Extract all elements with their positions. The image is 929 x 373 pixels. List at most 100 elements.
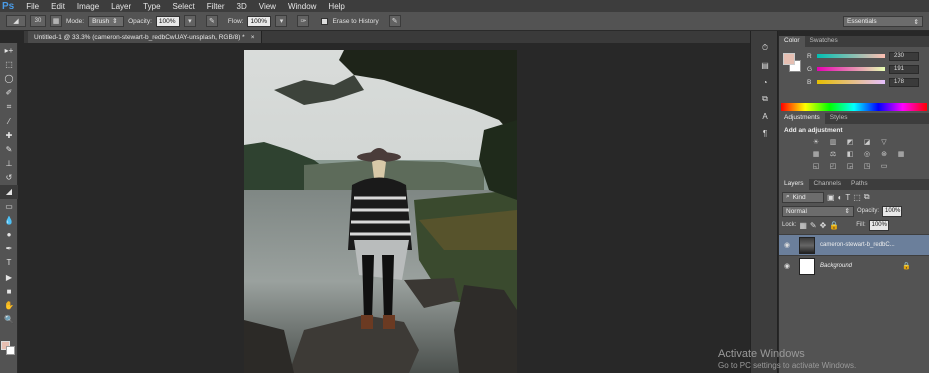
menu-image[interactable]: Image (71, 2, 105, 11)
mode-dropdown[interactable]: Brush ⇕ (88, 15, 125, 27)
document-image[interactable] (244, 50, 517, 373)
zoom-tool-icon[interactable]: 🔍 (0, 313, 18, 327)
flow-dropdown-icon[interactable]: ▾ (275, 15, 288, 27)
clone-stamp-tool-icon[interactable]: ⊥ (0, 157, 18, 171)
filter-type-icon[interactable]: T (845, 193, 850, 202)
tab-adjustments[interactable]: Adjustments (779, 113, 825, 124)
tab-swatches[interactable]: Swatches (805, 36, 843, 47)
lock-all-icon[interactable]: 🔒 (829, 221, 839, 230)
color-spectrum-bar[interactable] (781, 103, 927, 111)
menu-help[interactable]: Help (322, 2, 350, 11)
shape-tool-icon[interactable]: ■ (0, 284, 18, 298)
menu-type[interactable]: Type (137, 2, 166, 11)
opacity-dropdown-icon[interactable]: ▾ (183, 15, 196, 27)
black-white-icon[interactable]: ◧ (843, 149, 857, 158)
menu-window[interactable]: Window (282, 2, 322, 11)
vibrance-icon[interactable]: ▽ (877, 137, 891, 146)
levels-icon[interactable]: ▥ (826, 137, 840, 146)
layer-row-photo[interactable]: ◉ cameron-stewart-b_redbC... (779, 234, 929, 255)
workspace-dropdown[interactable]: Essentials ⇕ (843, 16, 923, 27)
brush-presets-icon[interactable]: ◔ (752, 75, 778, 89)
lock-pixels-icon[interactable]: ✎ (810, 221, 817, 230)
eye-icon[interactable]: ◉ (779, 241, 795, 249)
history-panel-icon[interactable]: ⏱ (752, 41, 778, 55)
blue-value-input[interactable]: 178 (889, 77, 919, 87)
layer-filter-dropdown[interactable]: ⌕ Kind (782, 191, 824, 203)
pen-tool-icon[interactable]: ✒ (0, 242, 18, 256)
channel-mixer-icon[interactable]: ⊛ (877, 149, 891, 158)
fill-input[interactable]: 100% (868, 219, 889, 231)
close-icon[interactable]: × (251, 34, 255, 41)
lock-transparent-icon[interactable]: ▦ (799, 221, 807, 230)
flow-input[interactable]: 100% (247, 15, 272, 27)
menu-filter[interactable]: Filter (201, 2, 231, 11)
blue-slider[interactable] (817, 80, 885, 84)
healing-brush-tool-icon[interactable]: ✚ (0, 128, 18, 142)
red-value-input[interactable]: 230 (889, 51, 919, 61)
path-select-tool-icon[interactable]: ▶ (0, 270, 18, 284)
brush-panel-toggle-icon[interactable]: ▦ (50, 15, 62, 27)
layer-name[interactable]: Background (820, 263, 852, 269)
quick-select-tool-icon[interactable]: ✐ (0, 86, 18, 100)
paragraph-panel-icon[interactable]: ¶ (752, 126, 778, 140)
tab-channels[interactable]: Channels (809, 179, 846, 190)
blend-mode-dropdown[interactable]: Normal ⇕ (782, 205, 854, 217)
menu-select[interactable]: Select (167, 2, 201, 11)
green-value-input[interactable]: 191 (889, 64, 919, 74)
filter-smart-object-icon[interactable]: ⧉ (864, 192, 870, 202)
curves-icon[interactable]: ◩ (843, 137, 857, 146)
photo-filter-icon[interactable]: ◎ (860, 149, 874, 158)
menu-edit[interactable]: Edit (45, 2, 71, 11)
history-brush-tool-icon[interactable]: ↺ (0, 171, 18, 185)
lasso-tool-icon[interactable]: ◯ (0, 71, 18, 85)
document-tab[interactable]: Untitled-1 @ 33.3% (cameron-stewart-b_re… (28, 31, 262, 43)
menu-layer[interactable]: Layer (105, 2, 137, 11)
blur-tool-icon[interactable]: 💧 (0, 213, 18, 227)
tab-styles[interactable]: Styles (825, 113, 853, 124)
dodge-tool-icon[interactable]: ● (0, 227, 18, 241)
eye-icon[interactable]: ◉ (779, 262, 795, 270)
tab-layers[interactable]: Layers (779, 179, 809, 190)
eraser-tool-icon[interactable]: ◢ (0, 184, 18, 200)
pressure-size-icon[interactable]: ✎ (388, 15, 401, 27)
threshold-icon[interactable]: ◲ (843, 161, 857, 170)
airbrush-icon[interactable]: ✑ (297, 15, 310, 27)
red-slider[interactable] (817, 54, 885, 58)
brightness-contrast-icon[interactable]: ☀ (809, 137, 823, 146)
brush-size-picker[interactable]: 30 (30, 15, 46, 27)
clone-source-icon[interactable]: ⧉ (752, 92, 778, 106)
gradient-map-icon[interactable]: ▭ (877, 161, 891, 170)
eyedropper-tool-icon[interactable]: ⁄ (0, 114, 18, 128)
color-balance-icon[interactable]: ⚖ (826, 149, 840, 158)
properties-panel-icon[interactable]: ▤ (752, 58, 778, 72)
filter-pixel-icon[interactable]: ▣ (827, 193, 835, 202)
eraser-tool-preset-icon[interactable]: ◢ (6, 15, 26, 27)
color-lookup-icon[interactable]: ▦ (894, 149, 908, 158)
erase-to-history-checkbox[interactable] (321, 17, 329, 25)
marquee-tool-icon[interactable]: ⬚ (0, 57, 18, 71)
layer-name[interactable]: cameron-stewart-b_redbC... (820, 242, 895, 248)
menu-view[interactable]: View (253, 2, 282, 11)
invert-icon[interactable]: ◱ (809, 161, 823, 170)
menu-file[interactable]: File (20, 2, 45, 11)
crop-tool-icon[interactable]: ⌗ (0, 100, 18, 114)
selective-color-icon[interactable]: ◳ (860, 161, 874, 170)
foreground-color-chip[interactable] (783, 53, 795, 65)
lock-position-icon[interactable]: ✥ (820, 221, 827, 230)
layer-opacity-input[interactable]: 100% (882, 205, 903, 217)
tab-color[interactable]: Color (779, 36, 805, 47)
gradient-tool-icon[interactable]: ▭ (0, 199, 18, 213)
menu-3d[interactable]: 3D (231, 2, 253, 11)
hue-saturation-icon[interactable]: ▦ (809, 149, 823, 158)
filter-shape-icon[interactable]: ⬚ (853, 193, 861, 202)
pressure-opacity-icon[interactable]: ✎ (205, 15, 218, 27)
background-color-swatch[interactable] (6, 346, 15, 355)
exposure-icon[interactable]: ◪ (860, 137, 874, 146)
character-panel-icon[interactable]: A (752, 109, 778, 123)
type-tool-icon[interactable]: T (0, 256, 18, 270)
filter-adjustment-icon[interactable]: ◐ (838, 193, 843, 202)
green-slider[interactable] (817, 67, 885, 71)
opacity-input[interactable]: 100% (155, 15, 180, 27)
tab-paths[interactable]: Paths (846, 179, 873, 190)
brush-tool-icon[interactable]: ✎ (0, 142, 18, 156)
